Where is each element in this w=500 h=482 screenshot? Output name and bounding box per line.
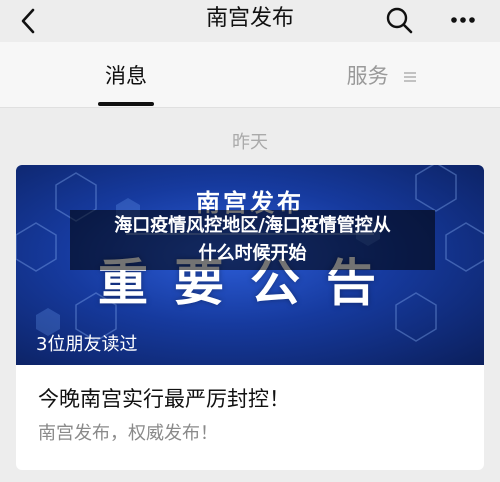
tab-services-label: 服务 [346, 64, 389, 88]
overlay-caption: 海口疫情风控地区/海口疫情管控从 什么时候开始 [70, 210, 435, 270]
article-title[interactable]: 今晚南宫实行最严厉封控！ [38, 383, 290, 413]
menu-lines-icon [404, 72, 417, 82]
tab-bar: 消息 服务 [0, 42, 500, 108]
tab-messages[interactable]: 消息 [78, 60, 174, 90]
more-dots-icon[interactable] [448, 5, 478, 35]
top-navigation-bar: 南宫发布 [0, 0, 500, 42]
tab-services[interactable]: 服务 [322, 60, 442, 90]
overlay-caption-line-2: 什么时候开始 [198, 243, 307, 264]
page-title: 南宫发布 [205, 6, 294, 31]
overlay-caption-line-1: 海口疫情风控地区/海口疫情管控从 [114, 215, 391, 236]
search-icon[interactable] [384, 5, 414, 35]
friends-read-count: 3位朋友读过 [36, 334, 138, 355]
article-subtitle: 南宫发布，权威发布！ [38, 423, 218, 444]
active-tab-indicator [98, 102, 154, 106]
date-separator: 昨天 [232, 132, 268, 153]
